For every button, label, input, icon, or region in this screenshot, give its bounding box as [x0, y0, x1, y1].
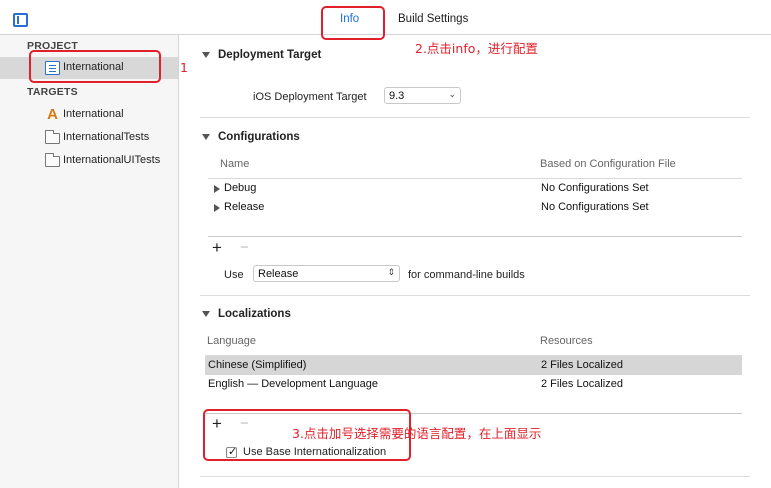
disclosure-triangle-icon[interactable]: [202, 134, 210, 140]
popup-value: Release: [258, 268, 299, 280]
column-header-name: Name: [220, 158, 250, 170]
use-label: Use: [224, 269, 244, 281]
config-file: No Configurations Set: [541, 182, 649, 194]
targets-header: TARGETS: [27, 86, 78, 98]
disclosure-triangle-icon[interactable]: [202, 311, 210, 317]
section-title-localizations: Localizations: [218, 308, 291, 320]
column-header-language: Language: [207, 335, 256, 347]
sidebar-toggle-icon[interactable]: [13, 13, 28, 27]
annotation-step-1: 1: [180, 60, 188, 75]
disclosure-triangle-icon[interactable]: [214, 185, 220, 193]
annotation-step-3: 3.点击加号选择需要的语言配置，在上面显示: [292, 426, 542, 441]
table-row[interactable]: English — Development Language 2 Files L…: [205, 375, 742, 394]
folder-icon: [45, 153, 60, 167]
project-navigator-sidebar: PROJECT International TARGETS A Internat…: [0, 35, 179, 488]
section-divider: [200, 476, 750, 477]
sidebar-item-target[interactable]: InternationalTests: [0, 127, 178, 149]
annotation-box-info-tab: [321, 6, 385, 40]
section-title-configurations: Configurations: [218, 131, 300, 143]
config-file: No Configurations Set: [541, 201, 649, 213]
table-bottom-divider: [208, 236, 742, 237]
language-name: English — Development Language: [208, 378, 379, 390]
popup-value: 9.3: [389, 90, 405, 102]
section-divider: [200, 295, 750, 296]
app-target-icon: A: [47, 106, 58, 123]
command-line-config-popup[interactable]: Release ⇕: [253, 265, 400, 282]
config-name: Release: [224, 201, 265, 213]
annotation-step-2: 2.点击info，进行配置: [415, 41, 538, 56]
language-name: Chinese (Simplified): [208, 359, 307, 371]
table-row[interactable]: Release No Configurations Set: [208, 198, 742, 217]
language-resources: 2 Files Localized: [541, 378, 623, 390]
add-configuration-button[interactable]: +: [212, 239, 222, 256]
folder-icon: [45, 130, 60, 144]
config-name: Debug: [224, 182, 257, 194]
ios-deployment-label: iOS Deployment Target: [253, 91, 367, 103]
editor-tab-bar: Info Build Settings: [0, 0, 771, 34]
chevron-updown-icon: ⇕: [387, 267, 395, 277]
sidebar-item-target[interactable]: InternationalUITests: [0, 150, 178, 172]
remove-configuration-button[interactable]: −: [240, 240, 249, 255]
ios-deployment-popup[interactable]: 9.3 ⌄: [384, 87, 461, 104]
column-header-based-on: Based on Configuration File: [540, 158, 676, 170]
table-row[interactable]: Debug No Configurations Set: [208, 179, 742, 198]
disclosure-triangle-icon[interactable]: [214, 204, 220, 212]
sidebar-item-target[interactable]: A International: [0, 104, 178, 126]
sidebar-item-label: InternationalTests: [63, 131, 150, 143]
sidebar-item-label: International: [63, 108, 124, 120]
disclosure-triangle-icon[interactable]: [202, 52, 210, 58]
command-line-suffix: for command-line builds: [408, 269, 525, 281]
column-header-resources: Resources: [540, 335, 593, 347]
annotation-box-project: [29, 50, 161, 83]
language-resources: 2 Files Localized: [541, 359, 623, 371]
chevron-down-icon: ⌄: [448, 89, 456, 99]
tab-build-settings[interactable]: Build Settings: [398, 13, 468, 25]
sidebar-item-label: InternationalUITests: [63, 154, 161, 166]
section-divider: [200, 117, 750, 118]
table-row[interactable]: Chinese (Simplified) 2 Files Localized: [205, 356, 742, 375]
section-title-deployment: Deployment Target: [218, 49, 322, 61]
